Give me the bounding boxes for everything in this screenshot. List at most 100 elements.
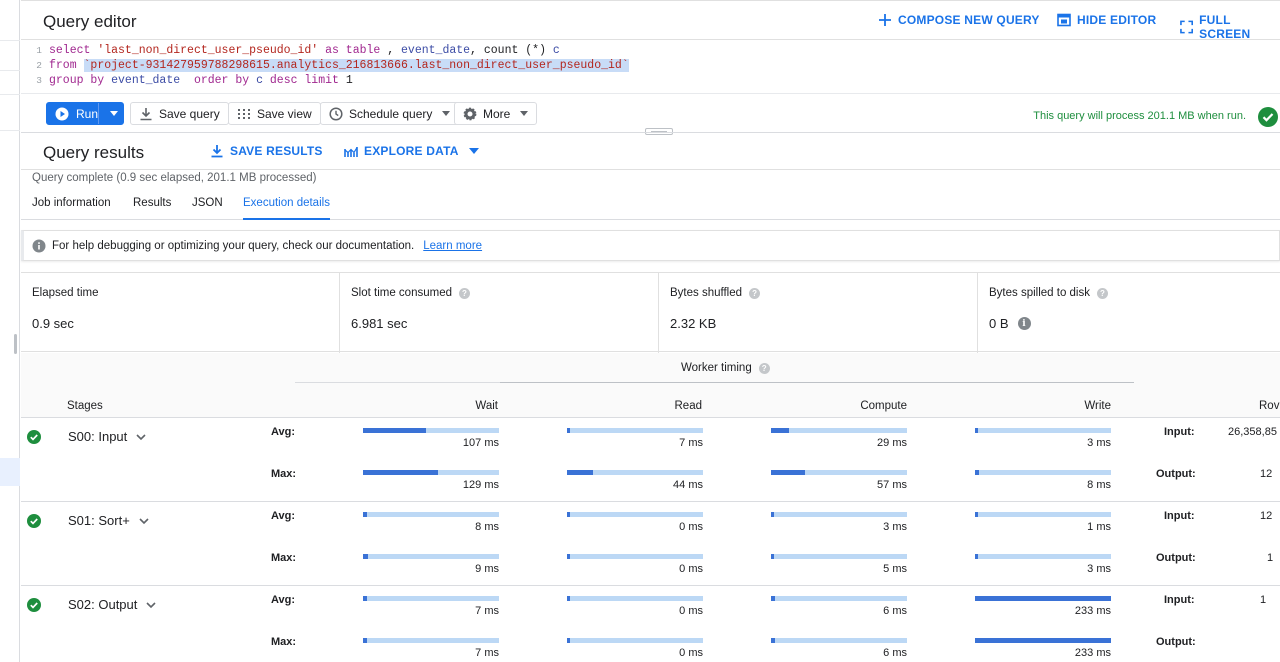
help-icon[interactable]: ? [749,287,761,299]
timing-bar [363,638,499,643]
timing-bar-fill [363,428,426,433]
code-token: (*) [525,44,546,57]
timing-bar [975,638,1111,643]
code-line-3: 3 group by event_date order by c desc li… [21,73,352,88]
code-token: event_date [401,44,471,57]
chevron-down-icon[interactable] [138,515,150,527]
timing-bar [975,512,1111,517]
timing-value: 5 ms [883,563,907,575]
help-icon[interactable]: ? [459,287,470,299]
timing-value: 57 ms [877,479,907,491]
view-grid-icon [238,108,250,119]
save-query-button[interactable]: Save query [130,102,229,125]
timing-value: 9 ms [475,563,499,575]
max-label: Max: [271,468,297,480]
timing-bar-fill [975,638,1111,643]
run-dropdown[interactable] [105,103,123,124]
help-icon[interactable]: ? [758,362,770,374]
save-query-label: Save query [159,106,220,121]
stage-name-label: S00: Input [68,429,128,444]
stage-name[interactable]: S01: Sort+ [68,513,150,528]
timing-bar [567,638,703,643]
input-rows-value: 1 [1260,594,1267,606]
output-rows-label: Output: [1156,636,1196,648]
chevron-down-icon[interactable] [145,599,157,611]
schedule-label: Schedule query [349,106,433,121]
stage-name[interactable]: S02: Output [68,597,157,612]
timing-value: 0 ms [679,563,703,575]
code-token: count [483,44,519,57]
learn-more-link[interactable]: Learn more [423,240,482,252]
timing-bar [771,638,907,643]
save-results-label: SAVE RESULTS [230,144,323,158]
sql-editor[interactable]: 1 select 'last_non_direct_user_pseudo_id… [21,41,1280,93]
code-token: as [325,44,339,57]
stat-value: 6.981 sec [351,316,408,331]
input-rows-label: Input: [1164,510,1195,522]
stages-table: Worker timing ? Stages Wait Read Compute… [21,353,1280,662]
timing-bar [363,470,499,475]
timing-bar [975,428,1111,433]
wait-column-header: Wait [475,400,498,412]
tab-results[interactable]: Results [133,197,171,220]
tab-json[interactable]: JSON [192,197,223,220]
gear-icon [463,107,477,120]
code-token: c [552,44,560,57]
stat-bytes-shuffled: Bytes shuffled? 2.32 KB [659,273,978,353]
code-line-2: 2 from `project-931427959788298615.analy… [21,58,629,73]
timing-value: 3 ms [883,521,907,533]
run-button[interactable]: Run [46,102,124,125]
code-token: from [49,59,77,72]
compose-label: COMPOSE NEW QUERY [898,13,1040,27]
stat-value: 0.9 sec [32,316,74,331]
stage-name-label: S02: Output [68,597,138,612]
rows-column-header: Rov [1259,400,1280,412]
tab-job-information[interactable]: Job information [32,197,111,220]
explore-data-label: EXPLORE DATA [364,144,459,158]
chevron-down-icon[interactable] [135,431,147,443]
output-rows-label: Output: [1156,468,1196,480]
timing-value: 107 ms [462,437,499,449]
timing-bar-fill [771,512,774,517]
check-circle-icon [27,598,41,612]
hide-editor-button[interactable]: HIDE EDITOR [1057,13,1156,27]
info-icon[interactable]: i [1017,317,1031,330]
stat-slot-time: Slot time consumed? 6.981 sec [340,273,659,353]
stage-row: S00: Input Avg: 107 ms 7 ms 29 ms 3 ms Max: 129… [21,417,1280,501]
timing-bar-fill [363,554,369,559]
save-results-button[interactable]: SAVE RESULTS [210,144,323,158]
play-icon [55,107,69,120]
run-main[interactable]: Run [47,103,100,124]
schedule-query-button[interactable]: Schedule query [320,102,460,125]
timing-bar [771,512,907,517]
more-button[interactable]: More [454,102,538,125]
plus-icon [879,14,891,26]
timing-value: 8 ms [1087,479,1111,491]
timing-bar-fill [771,554,774,559]
timing-bar-fill [771,470,805,475]
timing-bar [567,596,703,601]
panel-resize-handle[interactable] [14,334,17,354]
timing-bar-fill [771,638,776,643]
save-view-button[interactable]: Save view [228,102,321,125]
stat-label: Bytes shuffled [670,287,743,299]
check-circle-icon [27,430,41,444]
results-header: Query results SAVE RESULTS EXPLORE DATA [21,132,1280,170]
help-icon[interactable]: ? [1097,287,1108,299]
timing-value: 7 ms [679,437,703,449]
full-screen-button[interactable]: FULL SCREEN [1180,13,1280,41]
stage-name[interactable]: S00: Input [68,429,147,444]
chevron-down-icon [468,148,479,154]
timing-bar-fill [363,512,368,517]
timing-value: 0 ms [679,521,703,533]
stages-column-header: Stages [67,400,103,412]
read-column-header: Read [674,400,703,412]
stage-row: S01: Sort+ Avg: 8 ms 0 ms 3 ms 1 ms Max: 9 ms 0 … [21,501,1280,585]
input-rows-value: 26,358,85 [1228,426,1277,438]
stat-bytes-spilled: Bytes spilled to disk? 0 B i [978,273,1280,353]
compose-new-query-button[interactable]: COMPOSE NEW QUERY [878,13,1040,27]
timing-bar-fill [975,512,978,517]
timing-value: 3 ms [1087,437,1111,449]
tab-execution-details[interactable]: Execution details [243,197,330,220]
explore-data-button[interactable]: EXPLORE DATA [344,144,479,158]
